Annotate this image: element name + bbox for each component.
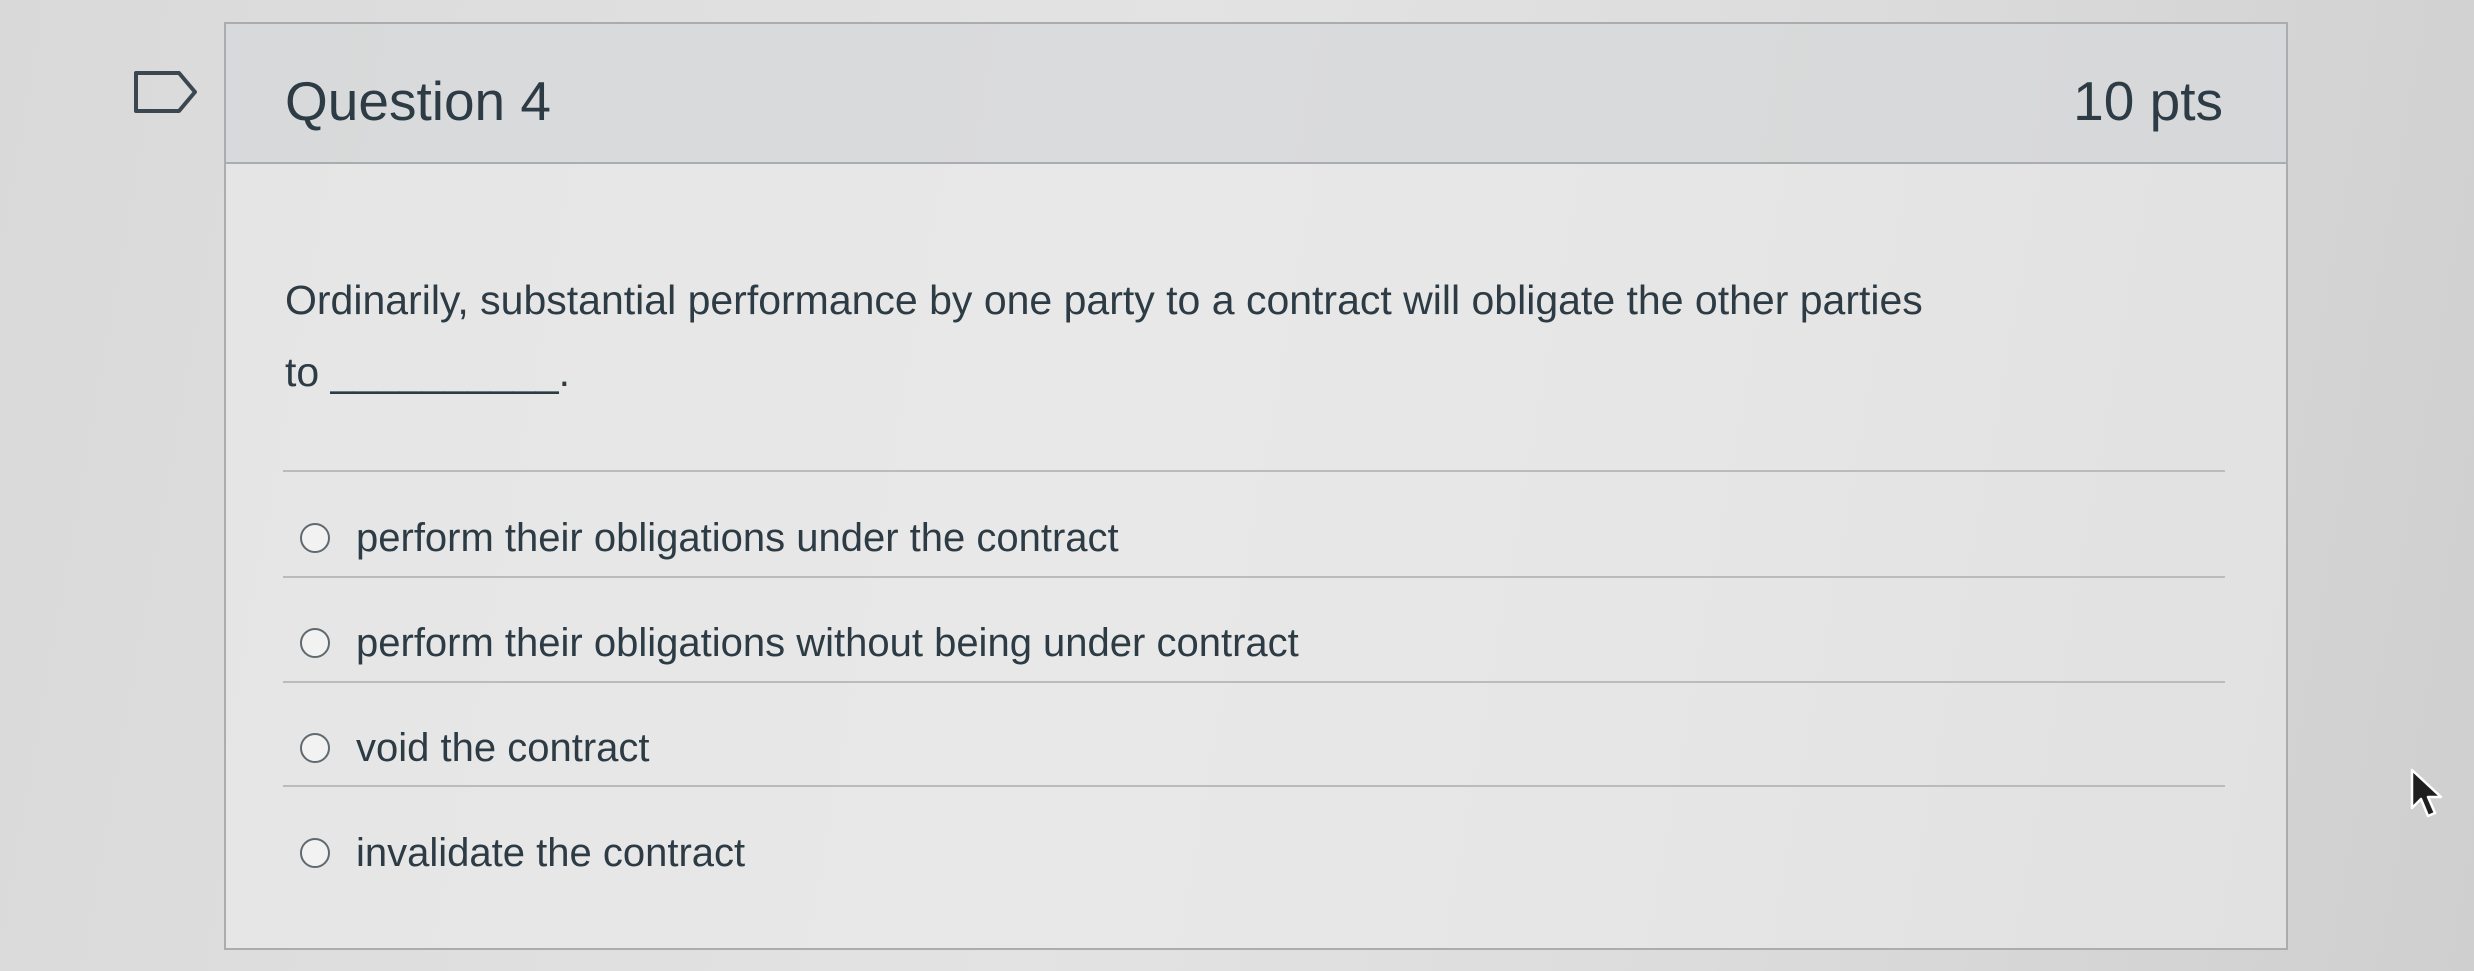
answer-option-4[interactable]: invalidate the contract [300,823,745,883]
question-text-line-1: Ordinarily, substantial performance by o… [285,277,1923,323]
answer-label[interactable]: invalidate the contract [356,823,745,883]
question-card: Question 4 10 pts Ordinarily, substantia… [224,22,2288,950]
answer-divider [283,785,2225,787]
answer-option-2[interactable]: perform their obligations without being … [300,613,1299,673]
answer-divider [283,576,2225,578]
flag-question-icon[interactable] [133,70,199,114]
question-header: Question 4 10 pts [226,24,2286,164]
radio-button-icon[interactable] [300,733,330,763]
answer-divider [283,681,2225,683]
question-text: Ordinarily, substantial performance by o… [285,264,2245,408]
answer-option-1[interactable]: perform their obligations under the cont… [300,508,1119,568]
radio-button-icon[interactable] [300,523,330,553]
question-points: 10 pts [2073,70,2223,132]
answers-top-divider [283,470,2225,472]
answer-label[interactable]: void the contract [356,718,650,778]
answer-label[interactable]: perform their obligations without being … [356,613,1299,673]
question-text-line-2: to __________. [285,349,570,395]
answer-option-3[interactable]: void the contract [300,718,650,778]
question-title: Question 4 [285,70,552,132]
answer-label[interactable]: perform their obligations under the cont… [356,508,1119,568]
radio-button-icon[interactable] [300,628,330,658]
radio-button-icon[interactable] [300,838,330,868]
mouse-pointer-icon [2410,768,2443,818]
